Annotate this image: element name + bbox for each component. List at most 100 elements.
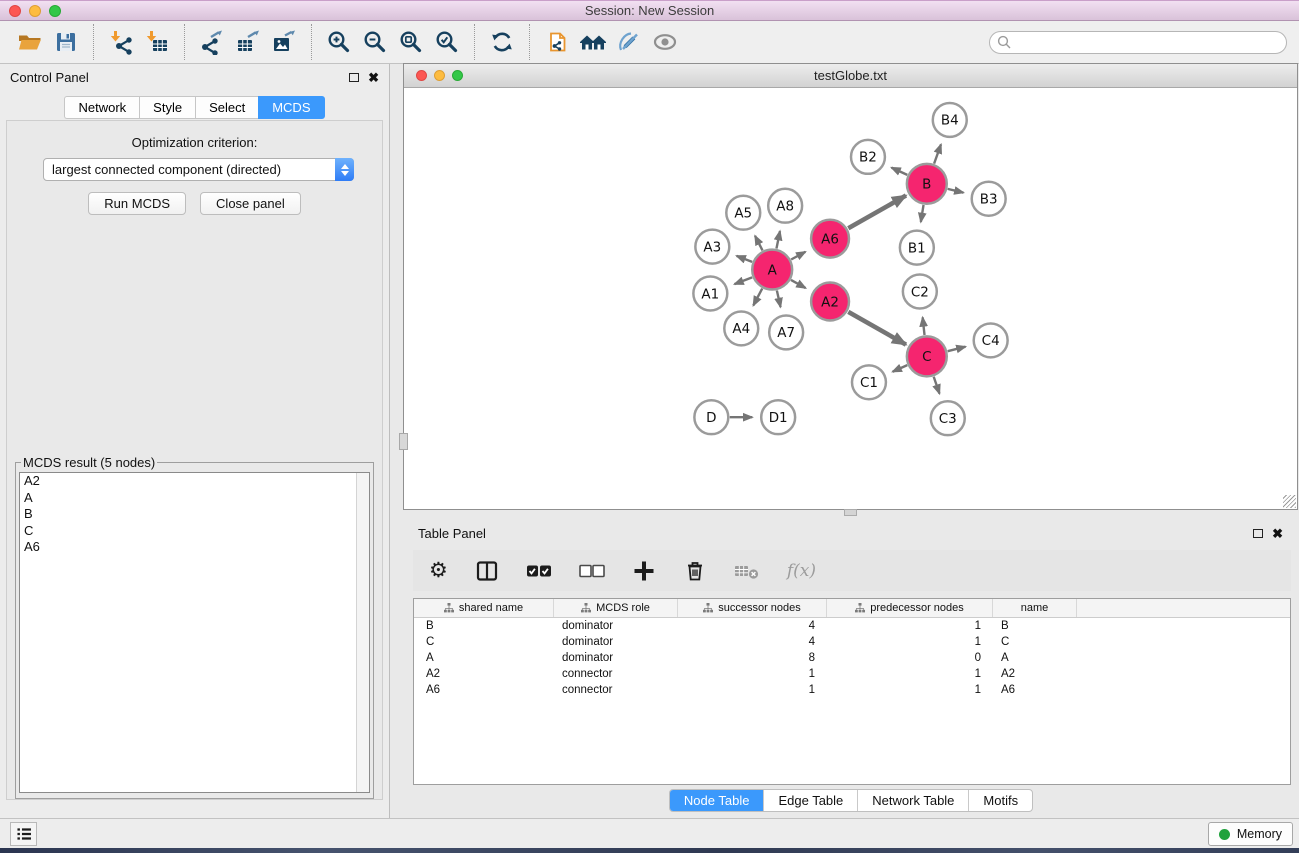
- add-column-button[interactable]: [632, 559, 656, 583]
- annotation-mode-button[interactable]: [611, 24, 647, 60]
- delete-table-icon: [734, 562, 760, 580]
- edge-A6-B[interactable]: [848, 196, 906, 229]
- select-all-rows-button[interactable]: [526, 564, 552, 578]
- tab-select[interactable]: Select: [195, 96, 258, 119]
- zoom-fit-button[interactable]: [393, 24, 429, 60]
- import-network-button[interactable]: [103, 24, 139, 60]
- edge-A2-C[interactable]: [848, 312, 906, 345]
- column-header-name[interactable]: name: [993, 599, 1077, 617]
- export-network-button[interactable]: [194, 24, 230, 60]
- column-header-successor-nodes[interactable]: successor nodes: [678, 599, 827, 617]
- close-panel-button[interactable]: Close panel: [200, 192, 301, 215]
- checked-boxes-icon: [526, 564, 552, 578]
- edge-C-C3[interactable]: [934, 377, 940, 394]
- toolbar-separator: [184, 24, 185, 60]
- mcds-result-item[interactable]: A6: [20, 539, 369, 556]
- deselect-all-rows-button[interactable]: [579, 564, 605, 578]
- edge-A-A3[interactable]: [737, 256, 753, 262]
- memory-button[interactable]: Memory: [1208, 822, 1293, 846]
- search-box: [989, 31, 1287, 54]
- tab-network[interactable]: Network: [64, 96, 139, 119]
- edge-B-B3[interactable]: [948, 189, 964, 193]
- edge-B-B4[interactable]: [934, 144, 941, 163]
- table-row[interactable]: Cdominator41C: [414, 634, 1290, 650]
- edge-A-A1[interactable]: [734, 277, 752, 284]
- edge-A-A2[interactable]: [791, 280, 806, 288]
- edge-C-C2[interactable]: [923, 317, 925, 335]
- scrollbar-track[interactable]: [356, 473, 369, 792]
- edge-B-B2[interactable]: [892, 168, 908, 175]
- criterion-dropdown[interactable]: largest connected component (directed): [43, 158, 354, 181]
- main-toolbar: [0, 21, 1299, 64]
- function-builder-button[interactable]: f(x): [787, 561, 816, 581]
- table-float-panel-icon[interactable]: [1253, 529, 1263, 538]
- network-window-titlebar[interactable]: testGlobe.txt: [404, 64, 1297, 88]
- edge-A-A6[interactable]: [791, 252, 805, 260]
- column-header-label: successor nodes: [718, 602, 801, 614]
- export-table-button[interactable]: [230, 24, 266, 60]
- node-label-A4: A4: [732, 322, 750, 337]
- save-session-button[interactable]: [48, 24, 84, 60]
- column-header-predecessor-nodes[interactable]: predecessor nodes: [827, 599, 993, 617]
- float-panel-icon[interactable]: [349, 73, 359, 82]
- mcds-result-item[interactable]: C: [20, 523, 369, 540]
- zoom-selected-button[interactable]: [429, 24, 465, 60]
- cybrowser-home-button[interactable]: [575, 24, 611, 60]
- refresh-layout-button[interactable]: [484, 24, 520, 60]
- delete-table-button[interactable]: [734, 562, 760, 580]
- tab-network-table[interactable]: Network Table: [858, 790, 969, 811]
- table-row[interactable]: Adominator80A: [414, 650, 1290, 666]
- edge-B-B1[interactable]: [921, 205, 924, 222]
- network-canvas[interactable]: B4B2BB3A8A5A6A3B1AA1C2A2A4A7C4CC1C3DD1: [404, 89, 1297, 509]
- column-settings-button[interactable]: ⚙: [429, 560, 448, 581]
- node-label-C3: C3: [939, 412, 957, 427]
- close-panel-icon[interactable]: ✖: [368, 70, 379, 86]
- mcds-result-item[interactable]: B: [20, 506, 369, 523]
- zoom-in-button[interactable]: [321, 24, 357, 60]
- annotation-off-pencil-icon: [616, 29, 642, 55]
- birdseye-side-handle[interactable]: [399, 433, 408, 450]
- table-row[interactable]: A6connector11A6: [414, 682, 1290, 698]
- table-row[interactable]: A2connector11A2: [414, 666, 1290, 682]
- tab-style[interactable]: Style: [139, 96, 195, 119]
- table-close-panel-icon[interactable]: ✖: [1272, 526, 1283, 542]
- run-mcds-button[interactable]: Run MCDS: [88, 192, 186, 215]
- edge-A-A8[interactable]: [776, 231, 779, 248]
- edge-A-A7[interactable]: [777, 291, 781, 308]
- table-row[interactable]: Bdominator41B: [414, 618, 1290, 634]
- tab-motifs[interactable]: Motifs: [969, 790, 1032, 811]
- column-tree-icon: [703, 603, 713, 613]
- mcds-result-item[interactable]: A2: [20, 473, 369, 490]
- tab-node-table[interactable]: Node Table: [670, 790, 765, 811]
- table-cell: A: [414, 652, 554, 664]
- search-input[interactable]: [1012, 35, 1279, 50]
- network-canvas-svg: B4B2BB3A8A5A6A3B1AA1C2A2A4A7C4CC1C3DD1: [404, 89, 1297, 509]
- export-image-button[interactable]: [266, 24, 302, 60]
- window-resize-grip[interactable]: [1283, 495, 1296, 508]
- show-columns-button[interactable]: [475, 559, 499, 583]
- table-cell: 0: [827, 652, 993, 664]
- table-cell: 4: [678, 620, 827, 632]
- clone-network-button[interactable]: [539, 24, 575, 60]
- column-header-shared-name[interactable]: shared name: [414, 599, 554, 617]
- tab-edge-table[interactable]: Edge Table: [764, 790, 858, 811]
- column-header-MCDS-role[interactable]: MCDS role: [554, 599, 678, 617]
- table-cell: dominator: [554, 652, 678, 664]
- delete-columns-button[interactable]: [683, 559, 707, 583]
- show-hide-graphics-button[interactable]: [647, 24, 683, 60]
- desktop-background-strip: [0, 848, 1299, 853]
- open-session-button[interactable]: [12, 24, 48, 60]
- node-table[interactable]: shared nameMCDS role successor nodes prede…: [413, 598, 1291, 785]
- edge-C-C4[interactable]: [948, 347, 966, 351]
- tab-mcds[interactable]: MCDS: [258, 96, 324, 119]
- import-table-button[interactable]: [139, 24, 175, 60]
- edge-C-C1[interactable]: [893, 365, 908, 372]
- mcds-result-item[interactable]: A: [20, 490, 369, 507]
- birdseye-bottom-handle[interactable]: [844, 509, 857, 516]
- show-panels-button[interactable]: [10, 822, 37, 846]
- function-icon: f(x): [787, 561, 816, 581]
- edge-A-A4[interactable]: [753, 289, 762, 306]
- edge-A-A5[interactable]: [755, 236, 762, 251]
- zoom-out-button[interactable]: [357, 24, 393, 60]
- node-label-A: A: [768, 263, 778, 278]
